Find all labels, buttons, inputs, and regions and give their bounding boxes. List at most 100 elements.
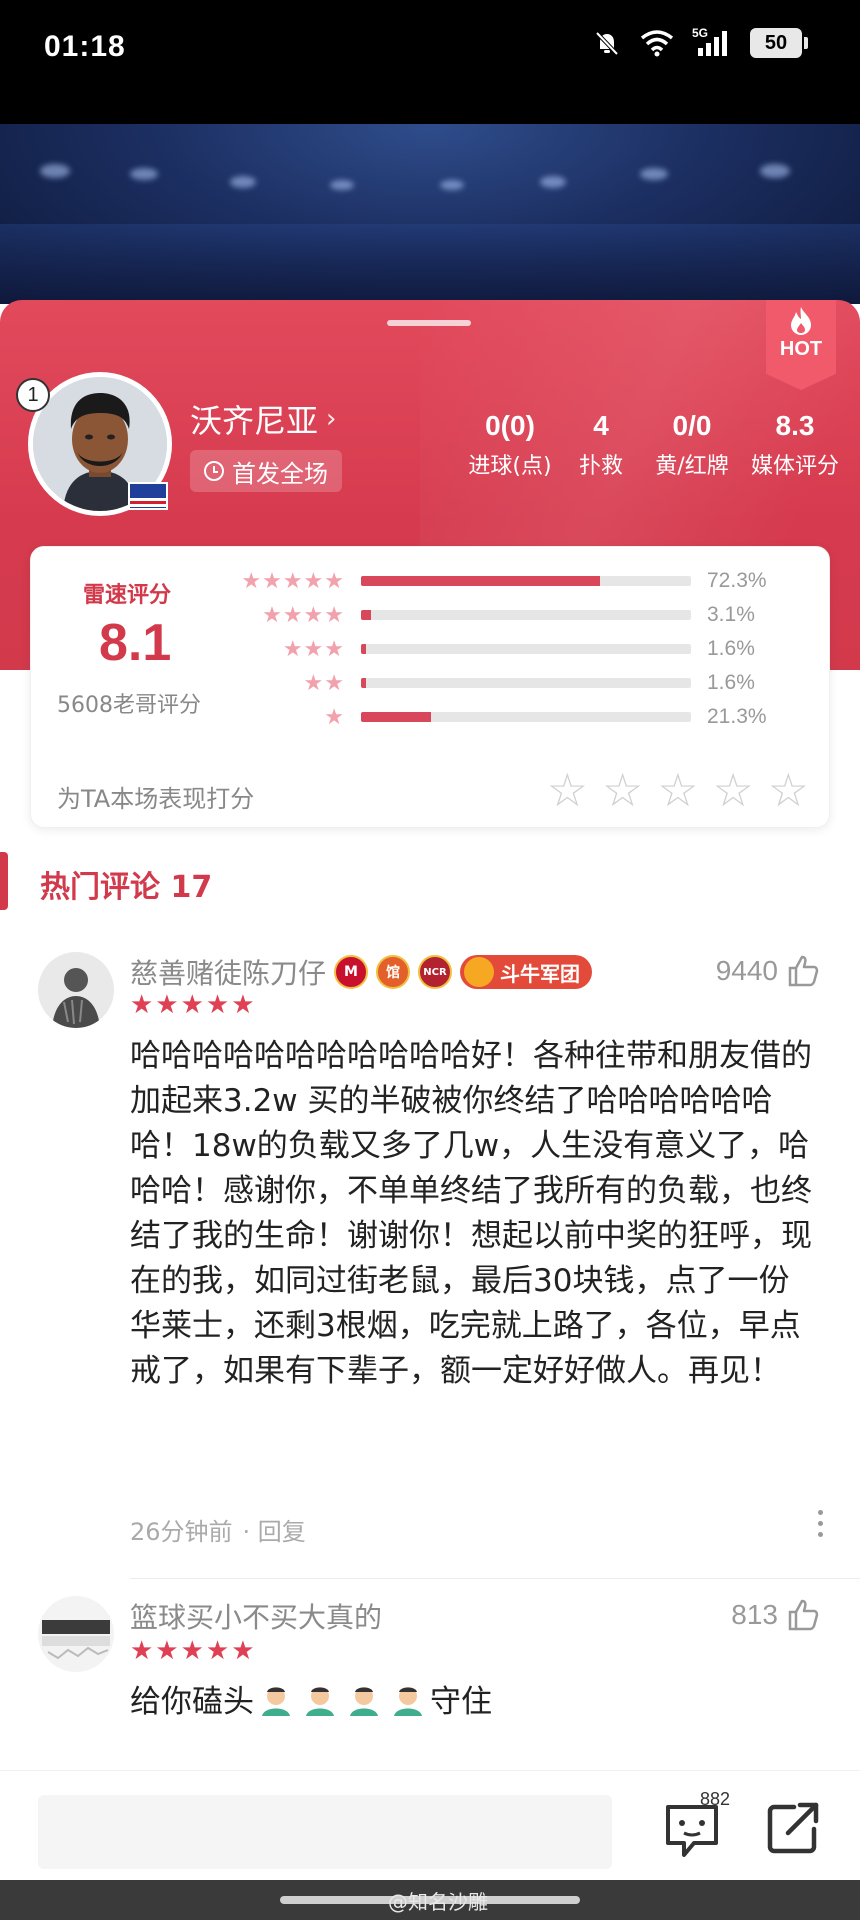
status-icons: 5G 50 [592, 26, 808, 58]
like-button[interactable]: 9440 [716, 954, 820, 988]
start-status-tag: 首发全场 [190, 450, 342, 492]
comment-rating-stars: ★★★★★ [130, 1636, 257, 1666]
comment-count: 882 [700, 1789, 731, 1809]
rate-stars: ☆ ☆ ☆ ☆ ☆ [547, 767, 809, 813]
player-name-link[interactable]: 沃齐尼亚 › [190, 396, 336, 442]
thumbs-up-icon [788, 1599, 819, 1631]
like-button[interactable]: 813 [731, 1598, 820, 1632]
stat-media-rating: 8.3 媒体评分 [740, 410, 850, 480]
rating-distribution-row: ★★★★★ 72.3% [231, 567, 821, 595]
signal-icon: 5G [692, 26, 732, 58]
rating-card: 雷速评分 8.1 5608老哥评分 ★★★★★ 72.3% ★★★★ 3.1% … [30, 546, 830, 828]
dist-percent: 1.6% [707, 637, 755, 660]
dist-bar [361, 644, 691, 654]
rating-score: 8.1 [99, 614, 172, 672]
status-bar: 01:18 5G 50 [0, 0, 860, 124]
rate-star-1-icon[interactable]: ☆ [547, 767, 588, 813]
bottom-bar: 882 [0, 1770, 860, 1880]
player-name: 沃齐尼亚 [190, 402, 319, 440]
comments-section-title: 热门评论 17 [40, 870, 213, 905]
dist-fill [361, 576, 600, 586]
player-stats: 0(0) 进球(点) 4 扑救 0/0 黄/红牌 8.3 媒体评分 [462, 410, 850, 480]
comment-text-before: 给你磕头 [130, 1684, 254, 1720]
team-badge: 斗牛军团 [460, 955, 593, 989]
commenter-name[interactable]: 慈善赌徒陈刀仔 [130, 952, 326, 992]
dist-stars: ★★ [303, 670, 345, 696]
thumbs-up-icon [788, 955, 819, 987]
comment-input[interactable] [38, 1795, 612, 1869]
dist-bar [361, 610, 691, 620]
stadium-light [440, 180, 464, 190]
stat-goals: 0(0) 进球(点) [462, 410, 558, 480]
chevron-right-icon: › [326, 404, 337, 434]
stat-value: 0(0) [485, 410, 535, 441]
stat-label: 黄/红牌 [655, 454, 729, 479]
dist-stars: ★ [324, 704, 345, 730]
country-flag-icon [128, 482, 168, 510]
commenter-name-row: 慈善赌徒陈刀仔 M 馆 NCR 斗牛军团 [130, 952, 593, 992]
comment-meta: 26分钟前 · 回复 [130, 1512, 306, 1547]
comment-time: 26分钟前 [130, 1518, 233, 1546]
stadium-light [40, 164, 70, 178]
stat-saves: 4 扑救 [558, 410, 644, 480]
comment-text-after: 守住 [430, 1684, 492, 1720]
rate-star-3-icon[interactable]: ☆ [657, 767, 698, 813]
comment-item: 篮球买小不买大真的 813 ★★★★★ 给你磕头 守住 [0, 1596, 860, 1766]
drag-handle[interactable] [387, 320, 471, 326]
stadium-light [230, 176, 256, 188]
stat-label: 媒体评分 [750, 454, 839, 479]
jersey-number: 1 [16, 378, 50, 412]
rating-distribution-row: ★ 21.3% [231, 703, 821, 731]
dist-bar [361, 712, 691, 722]
dist-stars: ★★★★ [262, 602, 345, 628]
dist-bar [361, 576, 691, 586]
commenter-name[interactable]: 篮球买小不买大真的 [130, 1596, 382, 1636]
status-time: 01:18 [44, 30, 126, 63]
battery-indicator: 50 [750, 28, 808, 58]
fan-badge-icon: NCR [418, 955, 453, 989]
rate-prompt: 为TA本场表现打分 [57, 785, 255, 813]
dist-percent: 3.1% [707, 603, 755, 626]
wifi-icon [640, 30, 674, 57]
kowtow-emoji-icon [262, 1687, 290, 1716]
rate-star-2-icon[interactable]: ☆ [602, 767, 643, 813]
kowtow-emoji-icon [394, 1687, 422, 1716]
dist-stars: ★★★ [282, 636, 345, 662]
stat-value: 0/0 [672, 410, 712, 441]
stadium-light [540, 176, 566, 188]
stadium-stands [0, 224, 860, 304]
comment-text: 哈哈哈哈哈哈哈哈哈哈哈好！各种往带和朋友借的加起来3.2w 买的半破被你终结了哈… [130, 1038, 812, 1389]
rating-title: 雷速评分 [83, 583, 172, 608]
stadium-light [130, 168, 158, 180]
kowtow-emoji-icon [350, 1687, 378, 1716]
club-badge-icon: 馆 [376, 955, 411, 989]
stadium-light [330, 180, 354, 190]
watermark: @知名沙雕 [388, 1890, 488, 1914]
manchester-united-badge-icon: M [334, 955, 369, 989]
more-options-icon[interactable] [816, 1510, 824, 1537]
reply-button[interactable]: · 回复 [243, 1512, 306, 1547]
section-accent-bar [0, 852, 8, 910]
dist-fill [361, 678, 367, 688]
team-badge-label: 斗牛军团 [500, 961, 581, 986]
dist-bar [361, 678, 691, 688]
mute-bell-icon [595, 31, 619, 56]
hot-badge: HOT [766, 300, 836, 390]
commenter-avatar[interactable] [38, 952, 114, 1028]
stat-cards: 0/0 黄/红牌 [644, 410, 740, 480]
stadium-light [640, 168, 668, 180]
stadium-background [0, 124, 860, 304]
bull-icon [464, 957, 495, 987]
clock-icon [204, 461, 224, 481]
rate-star-5-icon[interactable]: ☆ [768, 767, 809, 813]
stadium-light [760, 164, 790, 178]
stat-value: 8.3 [775, 410, 815, 441]
share-icon[interactable] [764, 1799, 822, 1857]
commenter-name-row: 篮球买小不买大真的 [130, 1596, 382, 1636]
commenter-avatar[interactable] [38, 1596, 114, 1672]
rate-star-4-icon[interactable]: ☆ [713, 767, 754, 813]
kowtow-emoji-icon [306, 1687, 334, 1716]
comment-rating-stars: ★★★★★ [130, 990, 257, 1020]
rating-distribution-row: ★★★★ 3.1% [231, 601, 821, 629]
start-status: 首发全场 [232, 459, 328, 488]
